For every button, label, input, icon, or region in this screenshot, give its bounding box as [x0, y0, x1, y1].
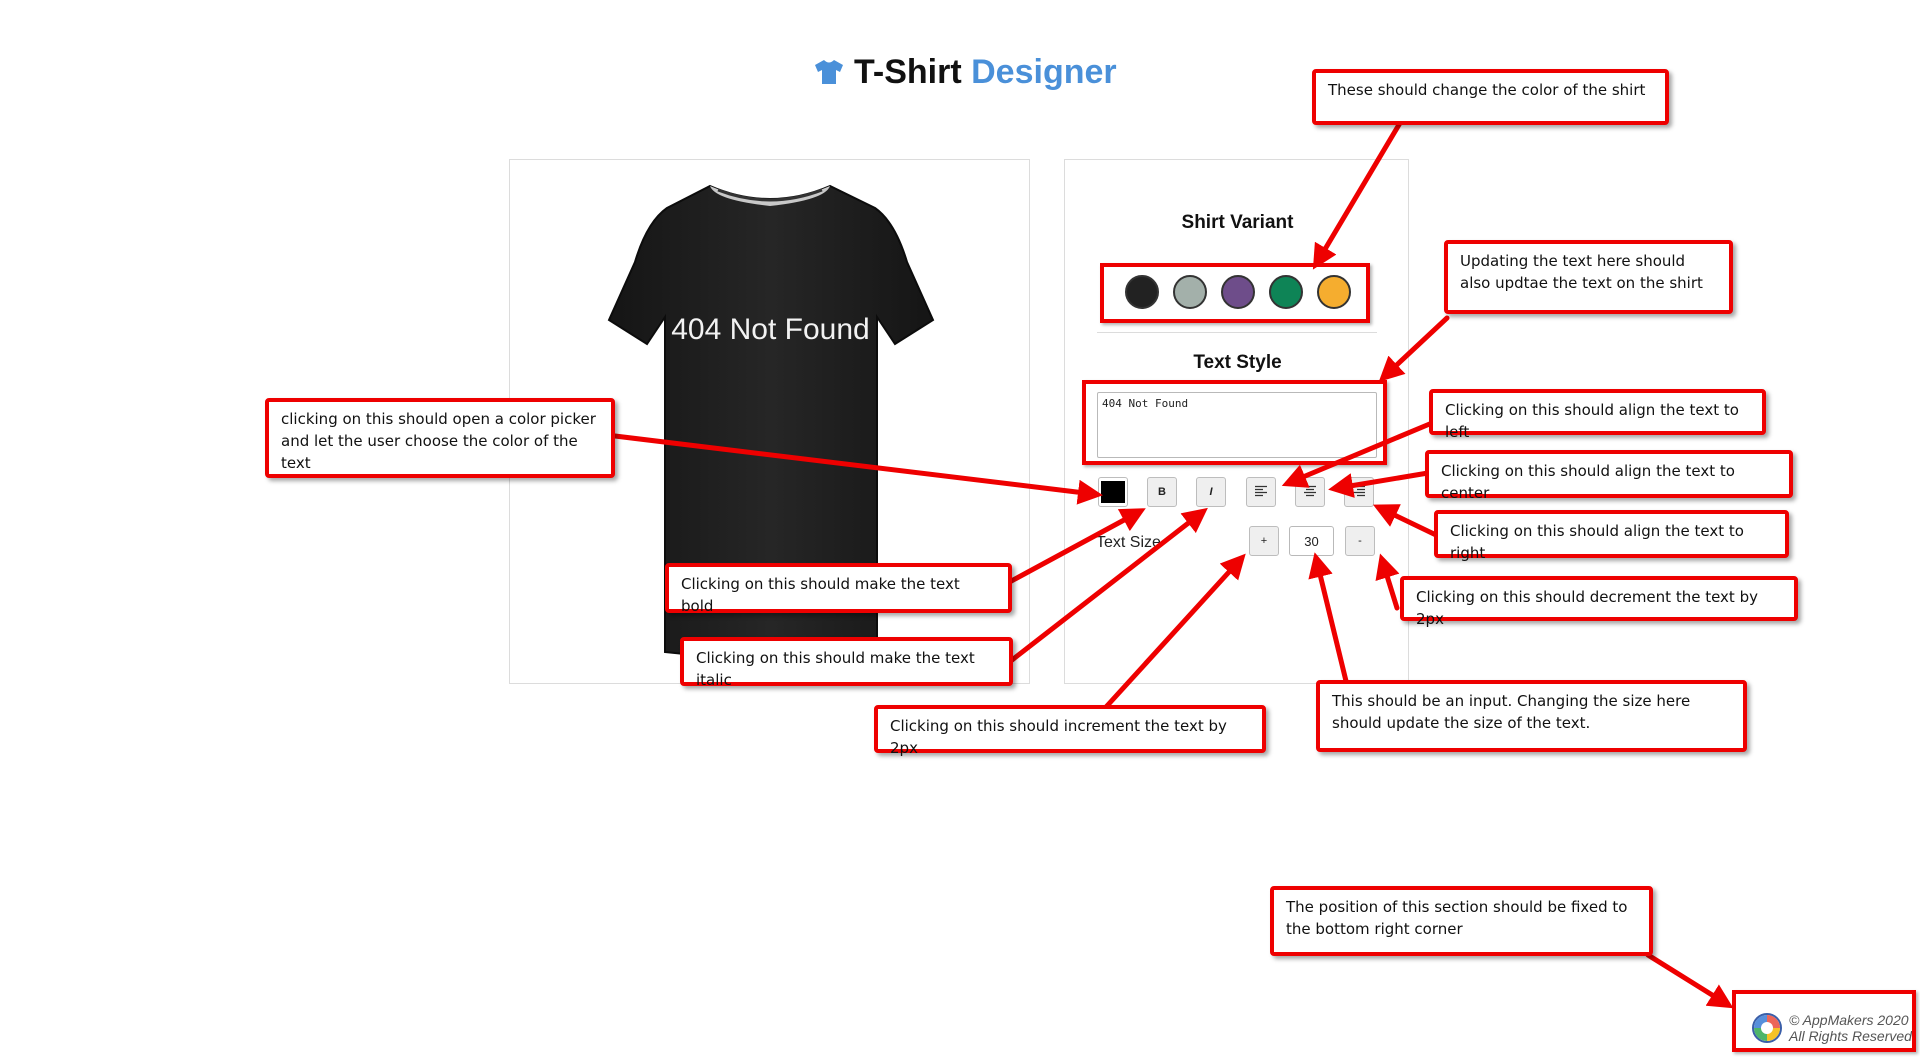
callout-update-text: Updating the text here should also updta…: [1444, 240, 1733, 314]
callout-bold: Clicking on this should make the text bo…: [665, 563, 1012, 615]
callout-italic: Clicking on this should make the text it…: [680, 637, 1013, 689]
footer-highlight: [1732, 990, 1916, 1052]
callout-shirt-color: These should change the color of the shi…: [1312, 69, 1669, 125]
callout-increment: Clicking on this should increment the te…: [874, 705, 1266, 757]
callout-align-right: Clicking on this should align the text t…: [1434, 510, 1789, 562]
callout-align-center: Clicking on this should align the text t…: [1425, 450, 1793, 502]
callout-size-input: This should be an input. Changing the si…: [1316, 680, 1747, 752]
callout-color-picker: clicking on this should open a color pic…: [265, 398, 615, 478]
callout-footer-fixed: The position of this section should be f…: [1270, 886, 1653, 956]
callout-decrement: Clicking on this should decrement the te…: [1400, 576, 1798, 628]
callout-align-left: Clicking on this should align the text t…: [1429, 389, 1766, 441]
page: T-Shirt Designer 404 Not Found Shirt Var…: [0, 0, 1920, 1057]
